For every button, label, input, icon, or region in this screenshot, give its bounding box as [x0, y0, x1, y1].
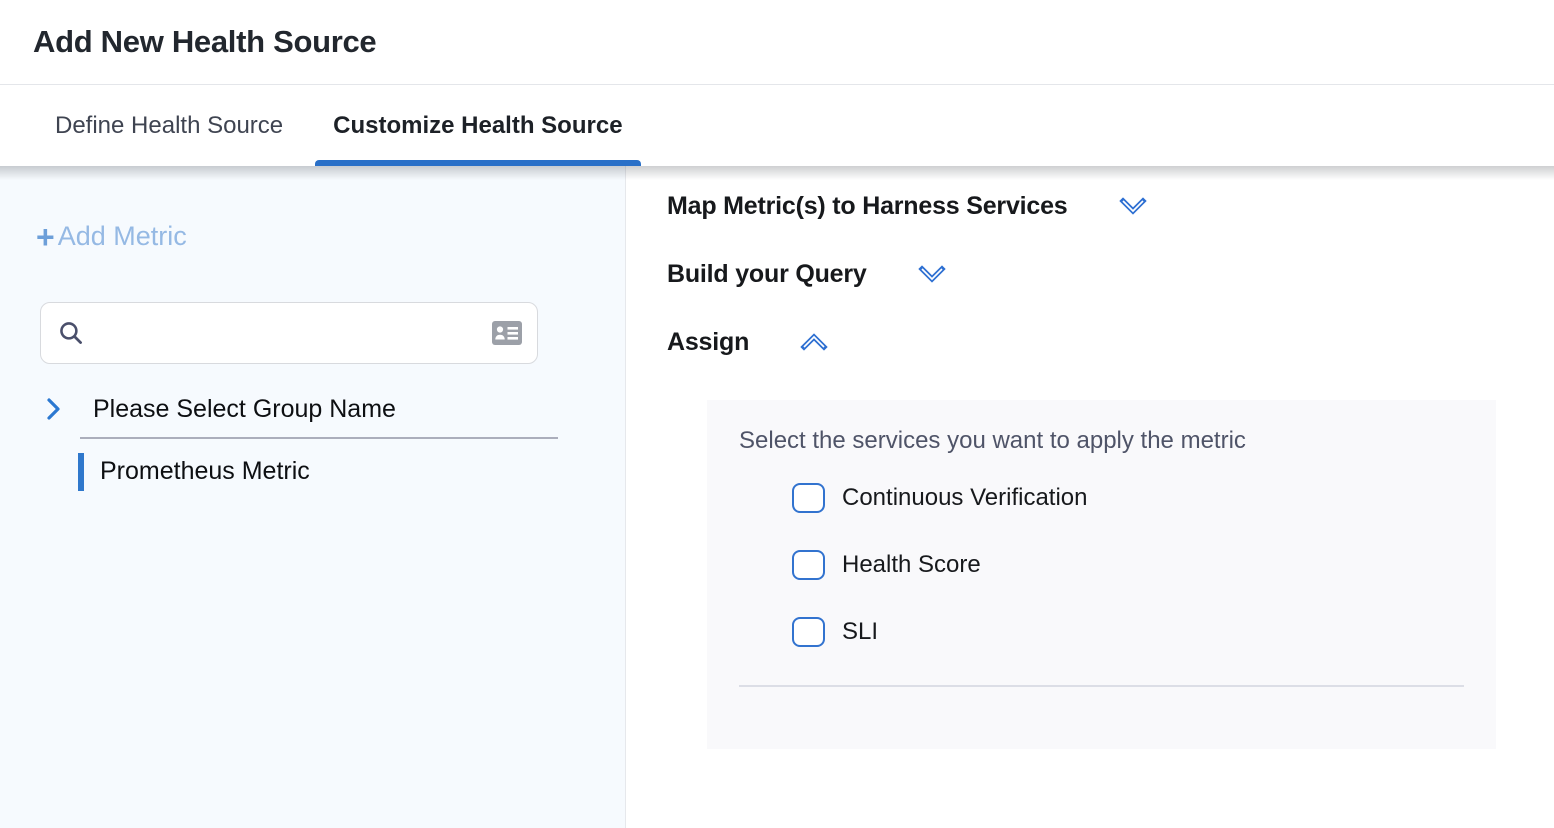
assign-panel-divider	[739, 685, 1464, 687]
chevron-up-icon[interactable]	[773, 329, 831, 355]
group-divider	[80, 437, 558, 439]
metric-group-row[interactable]: Please Select Group Name	[42, 395, 625, 424]
section-map-metrics[interactable]: Map Metric(s) to Harness Services	[667, 172, 1554, 240]
tab-customize-health-source[interactable]: Customize Health Source	[315, 85, 640, 166]
metrics-sidebar: + Add Metric	[0, 166, 626, 828]
checkbox-row-health-score[interactable]: Health Score	[792, 550, 1464, 580]
plus-icon: +	[36, 224, 55, 250]
health-score-checkbox[interactable]	[792, 550, 825, 580]
section-assign-label: Assign	[667, 328, 749, 357]
chevron-down-icon[interactable]	[1092, 193, 1150, 219]
section-build-query-label: Build your Query	[667, 260, 867, 289]
contact-card-icon[interactable]	[491, 320, 523, 346]
chevron-right-icon[interactable]	[42, 395, 64, 423]
section-map-metrics-label: Map Metric(s) to Harness Services	[667, 192, 1068, 221]
assign-prompt: Select the services you want to apply th…	[739, 426, 1464, 456]
sli-checkbox[interactable]	[792, 617, 825, 647]
assign-panel: Select the services you want to apply th…	[707, 400, 1496, 749]
tab-define-health-source[interactable]: Define Health Source	[37, 85, 301, 166]
search-input[interactable]	[95, 320, 481, 346]
search-icon	[57, 319, 85, 347]
page-title: Add New Health Source	[33, 24, 376, 60]
chevron-down-icon[interactable]	[891, 261, 949, 287]
dialog-header: Add New Health Source	[0, 0, 1554, 85]
metric-search-box	[40, 302, 538, 364]
service-options: Continuous Verification Health Score SLI	[792, 483, 1464, 647]
section-build-query[interactable]: Build your Query	[667, 240, 1554, 308]
group-name-label: Please Select Group Name	[93, 395, 396, 424]
customize-health-source-panel: Map Metric(s) to Harness Services Build …	[626, 166, 1554, 828]
checkbox-row-sli[interactable]: SLI	[792, 617, 1464, 647]
sli-label: SLI	[842, 618, 878, 646]
tab-bar: Define Health Source Customize Health So…	[0, 85, 1554, 166]
add-health-source-dialog: Add New Health Source Define Health Sour…	[0, 0, 1554, 828]
metric-item-label: Prometheus Metric	[100, 457, 310, 486]
health-score-label: Health Score	[842, 551, 981, 579]
metric-item-prometheus[interactable]: Prometheus Metric	[78, 453, 625, 491]
checkbox-row-continuous-verification[interactable]: Continuous Verification	[792, 483, 1464, 513]
dialog-body: + Add Metric	[0, 166, 1554, 828]
section-assign[interactable]: Assign	[667, 308, 1554, 376]
selected-indicator	[78, 453, 84, 491]
continuous-verification-label: Continuous Verification	[842, 484, 1087, 512]
add-metric-button[interactable]: + Add Metric	[36, 221, 187, 252]
continuous-verification-checkbox[interactable]	[792, 483, 825, 513]
add-metric-label: Add Metric	[58, 221, 187, 252]
